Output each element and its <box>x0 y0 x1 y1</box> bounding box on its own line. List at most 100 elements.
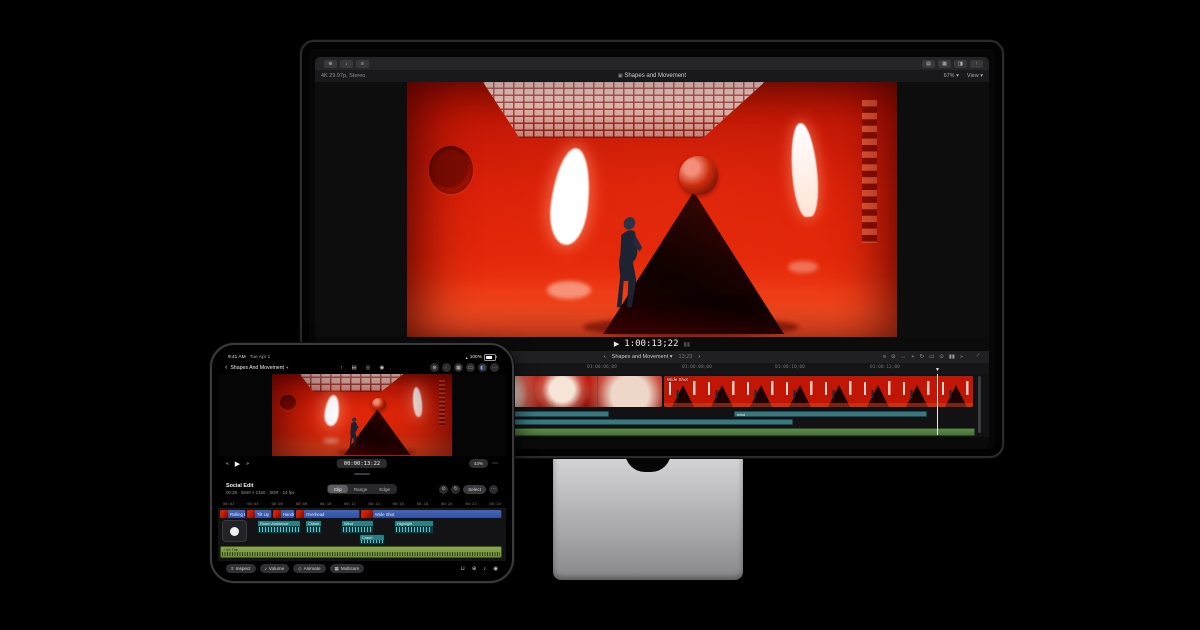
clip-rolling-ball[interactable]: Rolling Ball <box>220 510 246 518</box>
download-button[interactable]: ↓ <box>340 59 353 68</box>
audio-room-ambience[interactable]: Room Ambience <box>257 520 301 534</box>
ipad-project-title[interactable]: Shapes And Movement <box>230 365 284 371</box>
mute-icon[interactable]: ♪ <box>483 566 486 572</box>
jog-button[interactable]: ◐ <box>442 363 451 372</box>
render-icon[interactable]: ⊕ <box>472 566 477 572</box>
ruler-tick: 01:00:08;00 <box>682 365 712 370</box>
fcp-viewer <box>315 82 989 337</box>
multiview-button[interactable]: ▦ <box>454 363 463 372</box>
waveform <box>361 539 383 543</box>
download-icon: ↓ <box>345 60 348 67</box>
expand-timeline-icon[interactable]: ↔ <box>974 351 982 359</box>
ruler-tick: 00:04 <box>247 501 259 506</box>
timeline-more-button[interactable]: ⋯ <box>489 484 498 494</box>
settings-button[interactable]: ⊛ <box>430 363 439 372</box>
segment-edge[interactable]: Edge <box>373 485 396 493</box>
voiceover-mic-icon[interactable]: ◎ <box>366 365 371 371</box>
display-icon: ▭ <box>468 364 473 371</box>
more-button[interactable]: ⋯ <box>490 363 499 372</box>
overwrite-tool-icon[interactable]: ▭ <box>929 354 934 360</box>
skip-back-icon[interactable]: « <box>226 461 229 467</box>
ruler-tick: 00:14 <box>368 501 380 506</box>
browser-folder-icon[interactable]: ▤ <box>351 365 356 371</box>
clip-thumbnail <box>273 510 281 518</box>
ruler-tick: 00:18 <box>416 501 429 506</box>
info-tool-icon[interactable]: ⊙ <box>939 354 944 360</box>
more-icon[interactable]: ⋯ <box>492 460 498 467</box>
browser-toggle-button[interactable]: ▤ <box>922 59 935 68</box>
trash-icon[interactable]: ⊔ <box>461 566 465 572</box>
undo-button[interactable]: ↻ <box>451 484 461 494</box>
hero-canvas: ⊕ ↓ ≡ ▤ ▦ ◨ ↑ 4K 29.97p, Stereo ▣ Shapes… <box>0 0 1200 630</box>
segment-clip[interactable]: Clip <box>327 485 348 493</box>
segment-range[interactable]: Range <box>348 485 374 493</box>
inspector-icon: ◨ <box>958 60 963 67</box>
clip-label: Wide Shot <box>667 377 688 382</box>
more-icon: ⋯ <box>492 364 497 371</box>
trim-tool-icon[interactable]: ⊘ <box>891 354 896 360</box>
index-button[interactable]: ≡ <box>356 59 369 68</box>
zoom-level-pill[interactable]: 43% <box>468 459 488 468</box>
play-button[interactable]: ▶ <box>614 340 619 348</box>
more-icon: ⋯ <box>491 486 496 492</box>
loop-tool-icon[interactable]: ↻ <box>919 354 924 360</box>
audio-wind[interactable]: Wind <box>341 520 374 534</box>
timeline-forward-icon[interactable]: › <box>698 354 700 360</box>
index-tool-icon[interactable]: ≡ <box>883 354 886 360</box>
music-clip[interactable] <box>462 428 975 436</box>
music-clip[interactable]: ♪ 05 The <box>220 546 502 558</box>
clip-overhead[interactable]: Overhead <box>296 510 360 518</box>
multicam-button[interactable]: ▦ Multicam <box>329 564 365 573</box>
detach-audio-icon[interactable]: ◉ <box>493 566 498 572</box>
select-button[interactable]: Select <box>463 484 486 494</box>
snapping-button[interactable]: ⊙ <box>439 484 449 494</box>
ruler-tick: 00:08 <box>295 501 308 506</box>
playhead[interactable] <box>937 374 938 435</box>
layers-button[interactable]: ◧ <box>478 363 487 372</box>
volume-button[interactable]: ♪ Volume <box>259 564 290 573</box>
inspect-button[interactable]: ≡ Inspect <box>226 564 256 573</box>
clip-thumbnail <box>296 510 304 518</box>
clip-wide-shot[interactable]: Wide Shot <box>361 510 502 518</box>
audio-crash[interactable]: Crash <box>359 534 385 545</box>
audio-meters-icon[interactable]: ▮▮ <box>683 341 690 348</box>
share-icon[interactable]: ↑ <box>340 365 343 371</box>
multiview-icon: ▦ <box>456 364 461 371</box>
waveform <box>259 527 299 532</box>
timeline-back-icon[interactable]: ‹ <box>604 354 606 360</box>
audio-clip-wind[interactable]: wind <box>734 411 927 417</box>
inspect-icon: ≡ <box>231 566 234 571</box>
timeline-scrollbar[interactable] <box>978 376 981 433</box>
status-date: Tue Apr 1 <box>249 354 271 360</box>
timeline-toggle-button[interactable]: ▦ <box>938 59 951 68</box>
add-tool-icon[interactable]: + <box>911 354 914 360</box>
display-out-button[interactable]: ▭ <box>466 363 475 372</box>
playhead-handle[interactable]: ▼ <box>935 367 940 373</box>
audio-chime[interactable]: Chime <box>305 520 322 534</box>
import-media-button[interactable]: ⊕ <box>324 59 337 68</box>
timeline-project-dropdown[interactable]: Shapes and Movement ▾ <box>612 354 673 360</box>
audio-highlight[interactable]: Highlight <box>394 520 434 534</box>
scene-vignette <box>272 374 452 456</box>
layers-icon: ◧ <box>480 364 485 371</box>
clip-tilt-up[interactable]: Tilt Up <box>247 510 272 518</box>
panel-drag-handle[interactable] <box>354 473 370 475</box>
share-button[interactable]: ↑ <box>970 59 983 68</box>
waveform <box>396 527 432 532</box>
meters-tool-icon[interactable]: ▮▮ <box>949 354 955 360</box>
skim-tool-icon[interactable]: » <box>960 354 963 360</box>
skip-forward-icon[interactable]: » <box>246 461 249 467</box>
video-clip-wide-shot[interactable]: Wide Shot <box>664 376 973 407</box>
clip-jog-handle[interactable] <box>222 520 247 542</box>
animate-icon: ◇ <box>298 565 302 571</box>
position-tool-icon[interactable]: ↔ <box>901 354 907 360</box>
viewer-timecode: 1:00:13;22 <box>624 339 679 349</box>
back-icon[interactable]: ‹ <box>225 364 227 371</box>
clip-hands[interactable]: Hands <box>273 510 295 518</box>
animate-button[interactable]: ◇ Animate <box>293 564 326 573</box>
import-icon: ⊕ <box>328 60 333 67</box>
play-button[interactable]: ▶ <box>235 460 240 468</box>
ipad-timeline-ruler[interactable]: 00:02 00:04 00:06 00:08 00:10 00:12 00:1… <box>218 501 506 509</box>
live-camera-icon[interactable]: ◉ <box>379 365 384 371</box>
inspector-toggle-button[interactable]: ◨ <box>954 59 967 68</box>
